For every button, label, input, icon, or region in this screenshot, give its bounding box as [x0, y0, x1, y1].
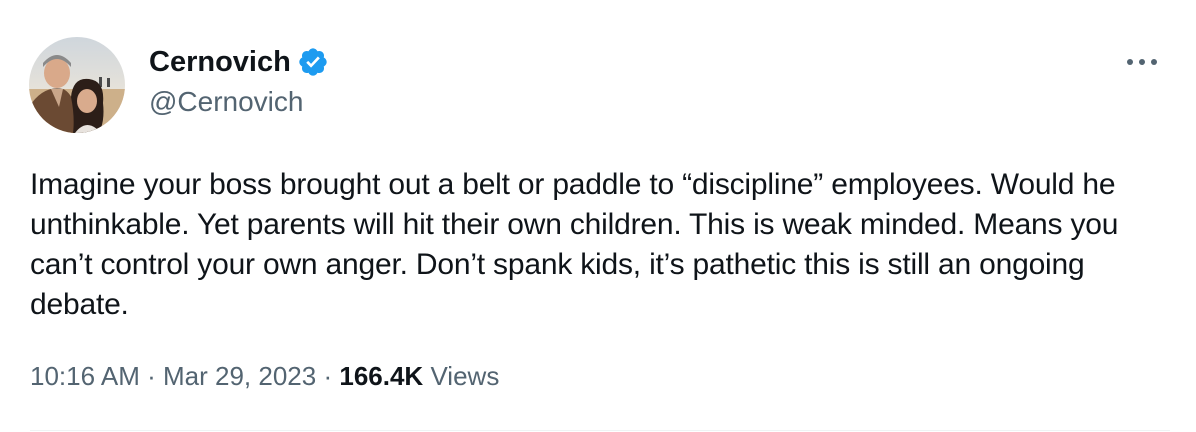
meta-separator: · [323, 361, 333, 391]
views-label: Views [430, 361, 500, 391]
author-display-name[interactable]: Cernovich [149, 44, 291, 80]
meta-separator: · [147, 361, 156, 391]
tweet-metadata: 10:16 AM · Mar 29, 2023 · 166.4K Views [30, 358, 499, 394]
tweet-date[interactable]: Mar 29, 2023 [163, 361, 316, 391]
tweet-card: Cernovich @Cernovich Imagine your boss b… [0, 0, 1196, 432]
views-count: 166.4K [339, 361, 424, 391]
divider [30, 430, 1170, 431]
author-name-row: Cernovich [149, 44, 329, 80]
avatar[interactable] [29, 37, 125, 133]
more-horizontal-icon[interactable] [1124, 50, 1160, 74]
tweet-time[interactable]: 10:16 AM [30, 361, 140, 391]
tweet-text: Imagine your boss brought out a belt or … [30, 168, 1119, 321]
verified-badge-icon[interactable] [297, 46, 329, 78]
author-handle[interactable]: @Cernovich [149, 84, 303, 120]
